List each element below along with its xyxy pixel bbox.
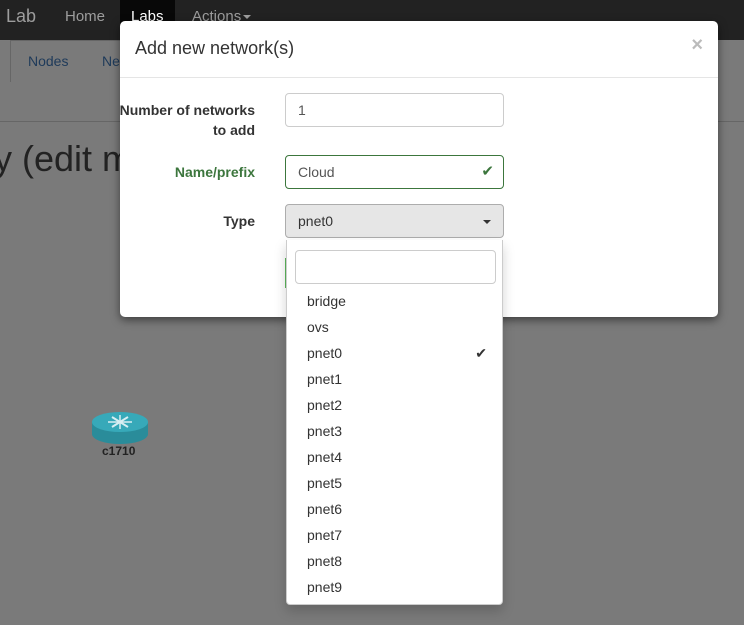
option-pnet0[interactable]: pnet0 ✔: [287, 340, 502, 366]
option-pnet7[interactable]: pnet7: [287, 522, 502, 548]
option-label: pnet5: [307, 475, 343, 491]
option-label: pnet8: [307, 553, 343, 569]
node-c1710[interactable]: c1710: [90, 404, 150, 458]
modal-title: Add new network(s): [135, 38, 295, 58]
dropdown-search-input[interactable]: [295, 250, 496, 284]
option-pnet6[interactable]: pnet6: [287, 496, 502, 522]
option-label: pnet2: [307, 397, 343, 413]
count-label: Number of networks to add: [119, 102, 255, 138]
option-label: bridge: [307, 293, 346, 309]
option-pnet2[interactable]: pnet2: [287, 392, 502, 418]
check-icon: ✔: [475, 345, 487, 361]
router-icon: [92, 412, 148, 444]
tab-networks[interactable]: Ne: [102, 53, 120, 69]
nav-home[interactable]: Home: [65, 8, 105, 25]
option-label: pnet3: [307, 423, 343, 439]
type-select-value: pnet0: [298, 213, 334, 229]
chevron-down-icon: [243, 15, 252, 20]
option-pnet1[interactable]: pnet1: [287, 366, 502, 392]
option-pnet9[interactable]: pnet9: [287, 574, 502, 600]
modal-header: Add new network(s) ×: [120, 21, 718, 78]
option-ovs[interactable]: ovs: [287, 314, 502, 340]
name-prefix-input[interactable]: Cloud ✔: [285, 155, 504, 189]
brand[interactable]: Lab: [6, 6, 36, 27]
option-label: ovs: [307, 319, 329, 335]
option-label: pnet0: [307, 345, 343, 361]
option-pnet5[interactable]: pnet5: [287, 470, 502, 496]
option-label: pnet1: [307, 371, 343, 387]
page-title: y (edit m: [0, 138, 133, 179]
option-pnet3[interactable]: pnet3: [287, 418, 502, 444]
close-icon[interactable]: ×: [691, 34, 703, 57]
type-dropdown: bridge ovs pnet0 ✔ pnet1 pnet2 pnet3 pnet…: [286, 240, 503, 605]
tab-nodes[interactable]: Nodes: [28, 53, 68, 69]
type-label: Type: [223, 213, 255, 229]
option-label: pnet6: [307, 501, 343, 517]
name-prefix-value: Cloud: [298, 164, 335, 180]
name-label: Name/prefix: [174, 164, 255, 180]
check-icon: ✔: [481, 163, 494, 180]
option-label: pnet7: [307, 527, 343, 543]
dropdown-options: bridge ovs pnet0 ✔ pnet1 pnet2 pnet3 pnet…: [287, 288, 502, 600]
count-input[interactable]: 1: [285, 93, 504, 127]
node-label: c1710: [102, 444, 136, 458]
type-select[interactable]: pnet0: [285, 204, 504, 238]
option-label: pnet4: [307, 449, 343, 465]
option-pnet8[interactable]: pnet8: [287, 548, 502, 574]
chevron-down-icon: [483, 220, 491, 224]
option-pnet4[interactable]: pnet4: [287, 444, 502, 470]
option-bridge[interactable]: bridge: [287, 288, 502, 314]
option-label: pnet9: [307, 579, 343, 595]
